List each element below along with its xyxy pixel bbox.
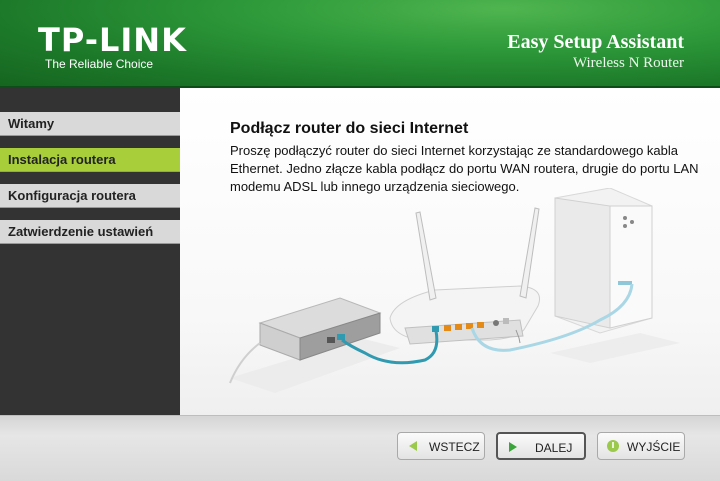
exit-button[interactable]: WYJŚCIE: [597, 432, 685, 460]
arrow-left-icon: [409, 441, 417, 451]
tp-link-logo: TP-LINK: [38, 21, 187, 59]
sidebar-item-witamy[interactable]: Witamy: [0, 112, 180, 136]
sidebar: Witamy Instalacja routera Konfiguracja r…: [0, 88, 180, 415]
app-subtitle: Wireless N Router: [572, 55, 684, 71]
app-title: Easy Setup Assistant: [507, 31, 684, 53]
back-button[interactable]: WSTECZ: [397, 432, 485, 460]
sidebar-item-zatwierdzenie-ustawien[interactable]: Zatwierdzenie ustawień: [0, 220, 180, 244]
page-title: Podłącz router do sieci Internet: [230, 120, 469, 137]
next-button[interactable]: DALEJ: [496, 432, 586, 460]
back-button-label: WSTECZ: [429, 440, 480, 454]
header-banner: TP-LINK The Reliable Choice Easy Setup A…: [0, 0, 720, 88]
sidebar-item-instalacja-routera[interactable]: Instalacja routera: [0, 148, 180, 172]
power-icon: [607, 440, 619, 452]
exit-button-label: WYJŚCIE: [627, 440, 681, 454]
sidebar-item-konfiguracja-routera[interactable]: Konfiguracja routera: [0, 184, 180, 208]
connection-illustration: [229, 188, 680, 393]
computer-tower-icon: [554, 188, 653, 334]
footer-bar: WSTECZ DALEJ WYJŚCIE: [0, 415, 720, 481]
logo-tagline: The Reliable Choice: [45, 57, 154, 71]
next-button-label: DALEJ: [535, 441, 573, 455]
arrow-right-icon: [509, 442, 517, 452]
main-content: Podłącz router do sieci Internet Proszę …: [180, 88, 720, 415]
router-icon: [389, 207, 540, 345]
